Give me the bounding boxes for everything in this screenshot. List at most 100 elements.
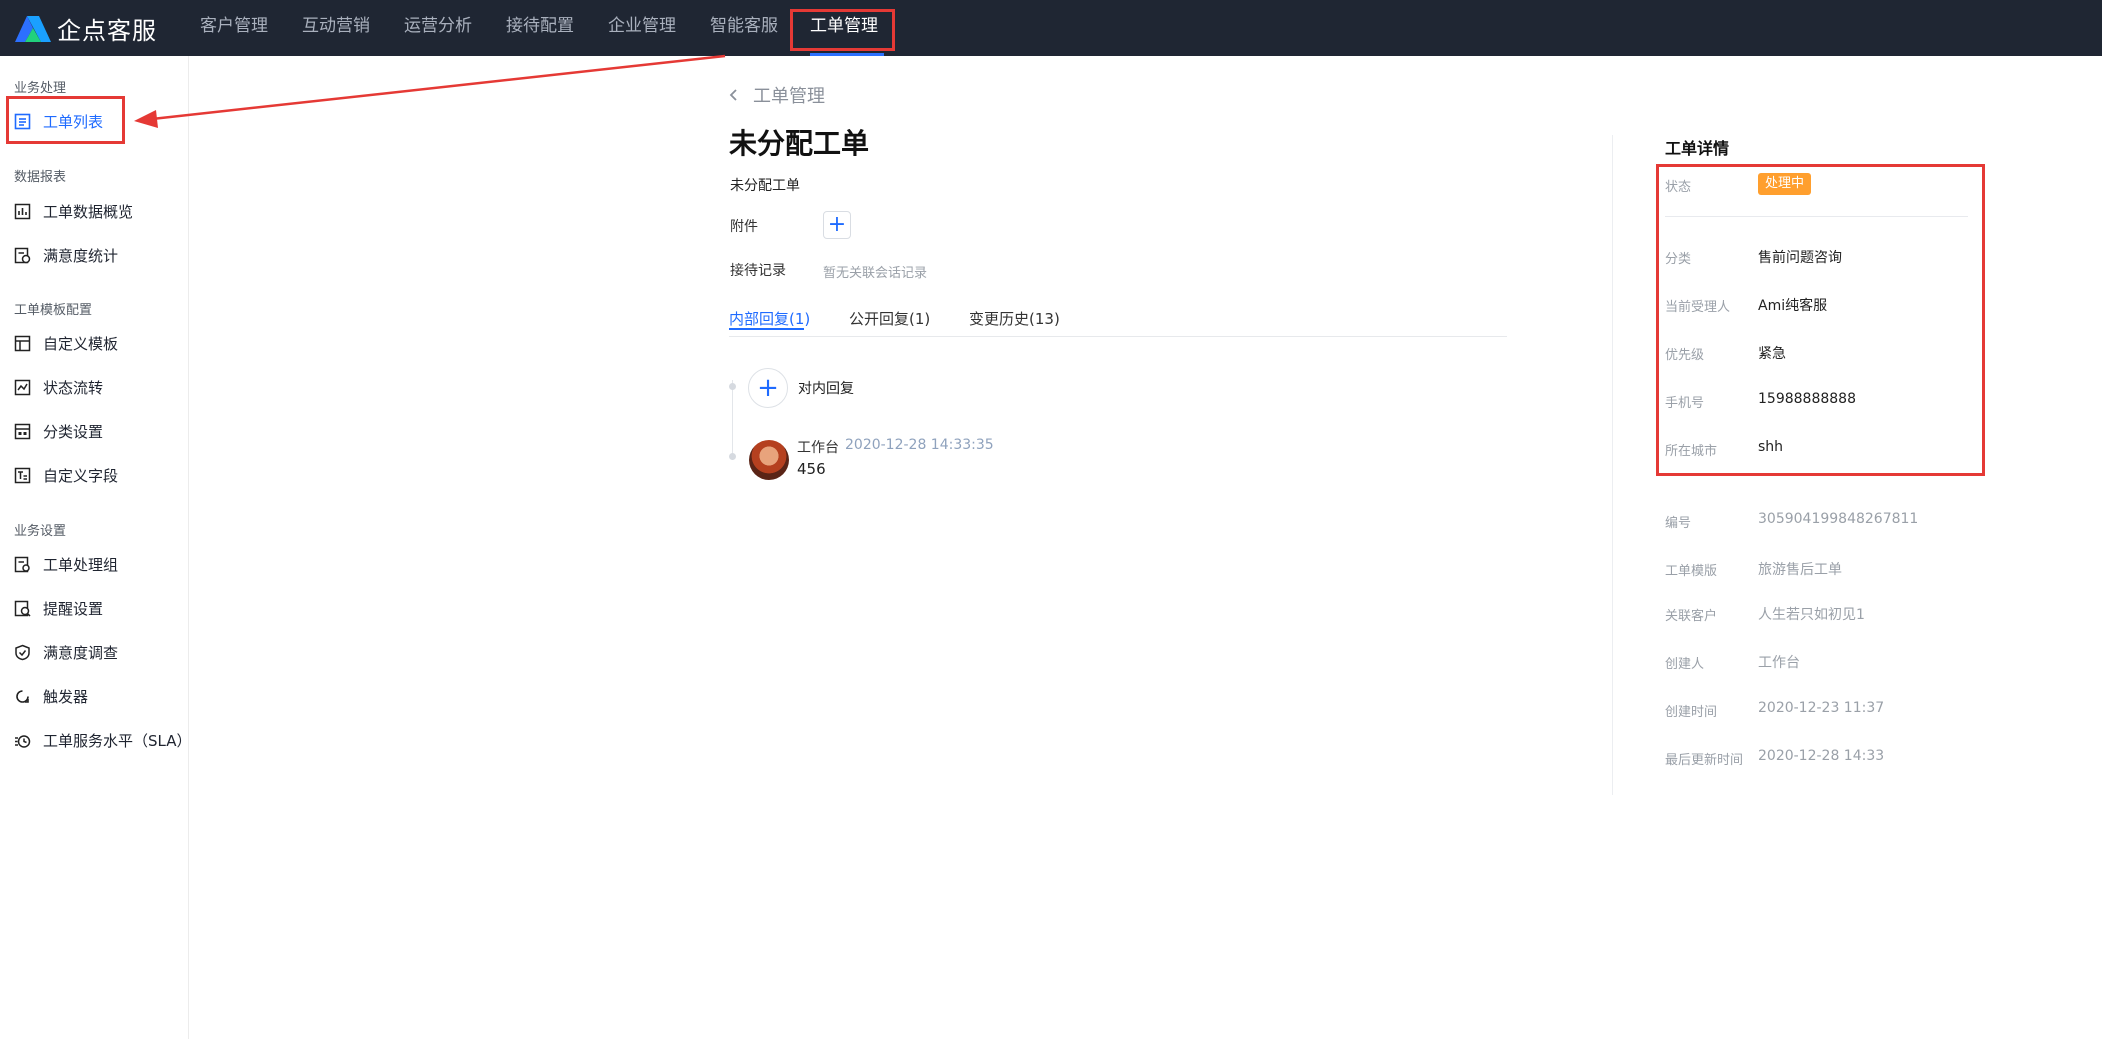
field-value-template: 旅游售后工单 — [1758, 562, 1842, 578]
sidebar-item-label: 工单服务水平（SLA） — [43, 731, 192, 750]
add-internal-reply-label[interactable]: 对内回复 — [798, 378, 854, 398]
nav-enterprise-management[interactable]: 企业管理 — [608, 0, 676, 56]
field-label-phone: 手机号 — [1665, 396, 1705, 411]
sidebar-group-business-settings: 业务设置 — [14, 524, 67, 539]
reception-empty-text: 暂无关联会话记录 — [823, 266, 928, 281]
sidebar-item-label: 工单处理组 — [43, 555, 119, 574]
satisfaction-stats-icon — [14, 247, 31, 264]
sidebar-item-label: 自定义字段 — [43, 466, 119, 485]
tab-public-reply[interactable]: 公开回复(1) — [849, 308, 930, 329]
field-label-created-time: 创建时间 — [1665, 705, 1718, 720]
sidebar-item-label: 工单数据概览 — [43, 202, 134, 221]
category-icon — [14, 423, 31, 440]
panel-divider — [1612, 135, 1613, 795]
sla-clock-icon — [14, 732, 31, 749]
reply-tabs: 内部回复(1) 公开回复(1) 变更历史(13) — [729, 308, 1507, 337]
plus-icon: + — [827, 212, 847, 237]
tab-change-history[interactable]: 变更历史(13) — [969, 308, 1060, 329]
sidebar-item-sla[interactable]: 工单服务水平（SLA） — [14, 727, 192, 753]
active-nav-indicator — [810, 53, 884, 56]
ticket-description: 未分配工单 — [730, 178, 800, 194]
survey-icon — [14, 644, 31, 661]
field-label-creator: 创建人 — [1665, 657, 1705, 672]
reply-content: 456 — [797, 460, 826, 478]
field-label-ticket-id: 编号 — [1665, 516, 1692, 531]
sidebar-item-processing-group[interactable]: 工单处理组 — [14, 551, 118, 577]
timeline-line — [732, 380, 733, 460]
field-label-customer: 关联客户 — [1665, 609, 1718, 624]
sidebar-item-status-flow[interactable]: 状态流转 — [14, 374, 103, 400]
nav-reception-config[interactable]: 接待配置 — [506, 0, 574, 56]
group-icon — [14, 556, 31, 573]
field-label-city: 所在城市 — [1665, 444, 1718, 459]
attachment-label: 附件 — [730, 219, 758, 235]
field-value-updated-time: 2020-12-28 14:33 — [1758, 748, 1885, 764]
sidebar-item-label: 工单列表 — [43, 112, 104, 131]
tab-internal-reply[interactable]: 内部回复(1) — [729, 308, 810, 330]
field-label-priority: 优先级 — [1665, 348, 1705, 363]
sidebar-item-custom-field[interactable]: 自定义字段 — [14, 462, 118, 488]
breadcrumb[interactable]: 工单管理 — [727, 82, 825, 108]
field-value-ticket-id: 305904199848267811 — [1758, 511, 1919, 527]
brand-logo[interactable]: 企点客服 — [13, 10, 157, 46]
plus-icon: + — [757, 373, 779, 403]
breadcrumb-label[interactable]: 工单管理 — [753, 82, 825, 108]
status-label: 状态 — [1665, 180, 1692, 195]
field-value-phone[interactable]: 15988888888 — [1758, 391, 1856, 407]
nav-interactive-marketing[interactable]: 互动营销 — [302, 0, 370, 56]
sidebar-group-reports: 数据报表 — [14, 170, 67, 185]
nav-operations-analysis[interactable]: 运营分析 — [404, 0, 472, 56]
sidebar-item-label: 分类设置 — [43, 422, 104, 441]
field-value-city[interactable]: shh — [1758, 439, 1783, 455]
page-title: 未分配工单 — [729, 127, 870, 160]
brand-logo-icon — [15, 16, 51, 42]
timeline-dot — [729, 453, 736, 460]
field-value-creator: 工作台 — [1758, 655, 1800, 671]
list-doc-icon — [14, 113, 31, 130]
details-panel-title: 工单详情 — [1665, 139, 1730, 158]
nav-ticket-management[interactable]: 工单管理 — [810, 0, 884, 56]
sidebar-item-satisfaction-survey[interactable]: 满意度调查 — [14, 639, 118, 665]
sidebar-group-template-config: 工单模板配置 — [14, 303, 93, 318]
nav-smart-service[interactable]: 智能客服 — [710, 0, 778, 56]
sidebar-item-ticket-overview[interactable]: 工单数据概览 — [14, 198, 133, 224]
tab-active-indicator — [729, 328, 804, 330]
nav-customer-management[interactable]: 客户管理 — [200, 0, 268, 56]
template-icon — [14, 335, 31, 352]
field-value-category[interactable]: 售前问题咨询 — [1758, 247, 1842, 267]
field-label-category: 分类 — [1665, 252, 1692, 267]
sidebar-item-ticket-list[interactable]: 工单列表 — [14, 108, 103, 134]
sidebar-item-satisfaction-stats[interactable]: 满意度统计 — [14, 242, 118, 268]
add-attachment-button[interactable]: + — [823, 211, 851, 239]
chevron-left-icon[interactable] — [727, 88, 741, 102]
sidebar-item-label: 自定义模板 — [43, 334, 119, 353]
sidebar-item-reminder-settings[interactable]: 提醒设置 — [14, 595, 103, 621]
reply-timestamp: 2020-12-28 14:33:35 — [845, 437, 994, 453]
sidebar-item-trigger[interactable]: 触发器 — [14, 683, 88, 709]
reply-author: 工作台 — [797, 440, 839, 456]
status-badge[interactable]: 处理中 — [1758, 173, 1812, 195]
sidebar-item-label: 满意度统计 — [43, 246, 119, 265]
field-value-assignee[interactable]: Ami纯客服 — [1758, 295, 1827, 315]
sidebar-item-label: 提醒设置 — [43, 599, 104, 618]
sidebar-item-category-settings[interactable]: 分类设置 — [14, 418, 103, 444]
sidebar-item-custom-template[interactable]: 自定义模板 — [14, 330, 118, 356]
field-value-priority[interactable]: 紧急 — [1758, 343, 1786, 363]
field-label-updated-time: 最后更新时间 — [1665, 753, 1744, 768]
custom-field-icon — [14, 467, 31, 484]
timeline-dot — [729, 383, 736, 390]
reminder-icon — [14, 600, 31, 617]
details-divider — [1665, 216, 1968, 217]
top-nav-bar: 企点客服 客户管理 互动营销 运营分析 接待配置 企业管理 智能客服 工单管理 — [0, 0, 2102, 56]
trigger-icon — [14, 688, 31, 705]
field-value-customer[interactable]: 人生若只如初见1 — [1758, 604, 1865, 624]
flow-chart-icon — [14, 379, 31, 396]
add-internal-reply-button[interactable]: + — [748, 368, 788, 408]
highlight-box-details — [1656, 164, 1985, 476]
sidebar-group-business: 业务处理 — [14, 81, 67, 96]
field-label-template: 工单模版 — [1665, 564, 1718, 579]
avatar — [749, 440, 789, 480]
sidebar-item-label: 状态流转 — [43, 378, 104, 397]
field-label-assignee: 当前受理人 — [1665, 300, 1731, 315]
brand-name: 企点客服 — [57, 16, 157, 45]
